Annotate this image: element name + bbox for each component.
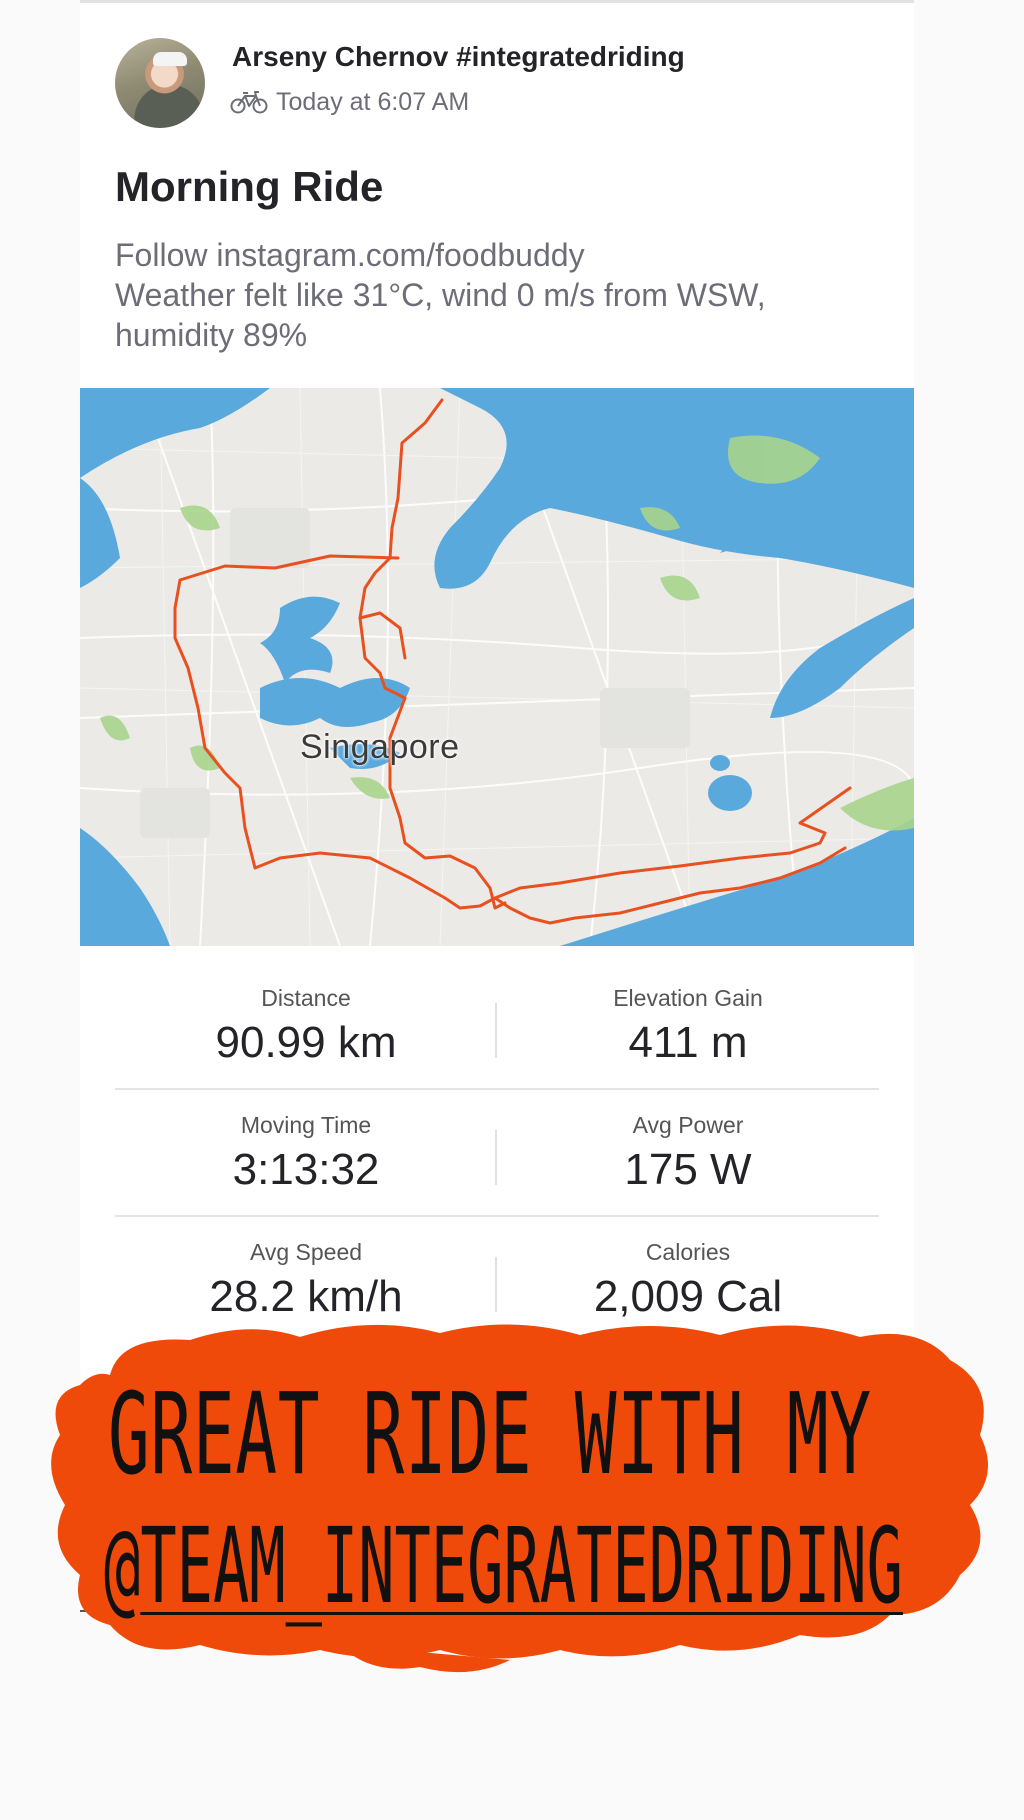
activity-meta: Today at 6:07 AM	[230, 85, 469, 119]
sticker-text-line1: GREAT RIDE WITH MY	[108, 1370, 872, 1500]
stat-avg-speed: Avg Speed 28.2 km/h	[115, 1239, 497, 1322]
stat-value: 411 m	[628, 1018, 748, 1067]
stats-grid: Distance 90.99 km Elevation Gain 411 m M…	[115, 963, 879, 1342]
description-line: Follow instagram.com/foodbuddy	[115, 237, 585, 273]
user-name[interactable]: Arseny Chernov #integratedriding	[232, 41, 685, 73]
description-line: Weather felt like 31°C, wind 0 m/s from …	[115, 277, 766, 313]
stat-calories: Calories 2,009 Cal	[497, 1239, 879, 1322]
stat-value: 175 W	[624, 1145, 752, 1194]
map-city-label: Singapore	[300, 728, 460, 766]
stat-avg-power: Avg Power 175 W	[497, 1112, 879, 1195]
activity-title[interactable]: Morning Ride	[115, 163, 383, 211]
sticker-at-sign: @	[104, 1505, 141, 1627]
route-map[interactable]: Singapore	[80, 388, 914, 946]
stat-value: 90.99 km	[215, 1018, 397, 1067]
stat-label: Moving Time	[240, 1112, 372, 1138]
stat-label: Calories	[645, 1239, 731, 1265]
text-sticker[interactable]: GREAT RIDE WITH MY @TEAM_INTEGRATEDRIDIN…	[40, 1315, 1000, 1675]
stat-label: Elevation Gain	[613, 985, 763, 1011]
map-canvas	[80, 388, 914, 946]
avatar-cap	[153, 52, 187, 66]
stat-moving-time: Moving Time 3:13:32	[115, 1112, 497, 1195]
stat-label: Avg Speed	[249, 1239, 363, 1265]
stat-label: Avg Power	[632, 1112, 744, 1138]
stat-row: Moving Time 3:13:32 Avg Power 175 W	[115, 1090, 879, 1217]
stat-row: Distance 90.99 km Elevation Gain 411 m	[115, 963, 879, 1090]
avatar[interactable]	[115, 38, 205, 128]
sticker-text-line2: @TEAM_INTEGRATEDRIDING	[104, 1505, 903, 1627]
stat-distance: Distance 90.99 km	[115, 985, 497, 1068]
timestamp: Today at 6:07 AM	[276, 87, 470, 116]
sticker-mention-handle[interactable]: TEAM_INTEGRATEDRIDING	[140, 1505, 903, 1627]
description-line: humidity 89%	[115, 317, 308, 353]
bike-icon	[230, 91, 268, 114]
stat-value: 3:13:32	[232, 1145, 380, 1194]
activity-description: Follow instagram.com/foodbuddy Weather f…	[115, 235, 895, 355]
stat-label: Distance	[261, 985, 351, 1011]
stat-elevation-gain: Elevation Gain 411 m	[497, 985, 879, 1068]
